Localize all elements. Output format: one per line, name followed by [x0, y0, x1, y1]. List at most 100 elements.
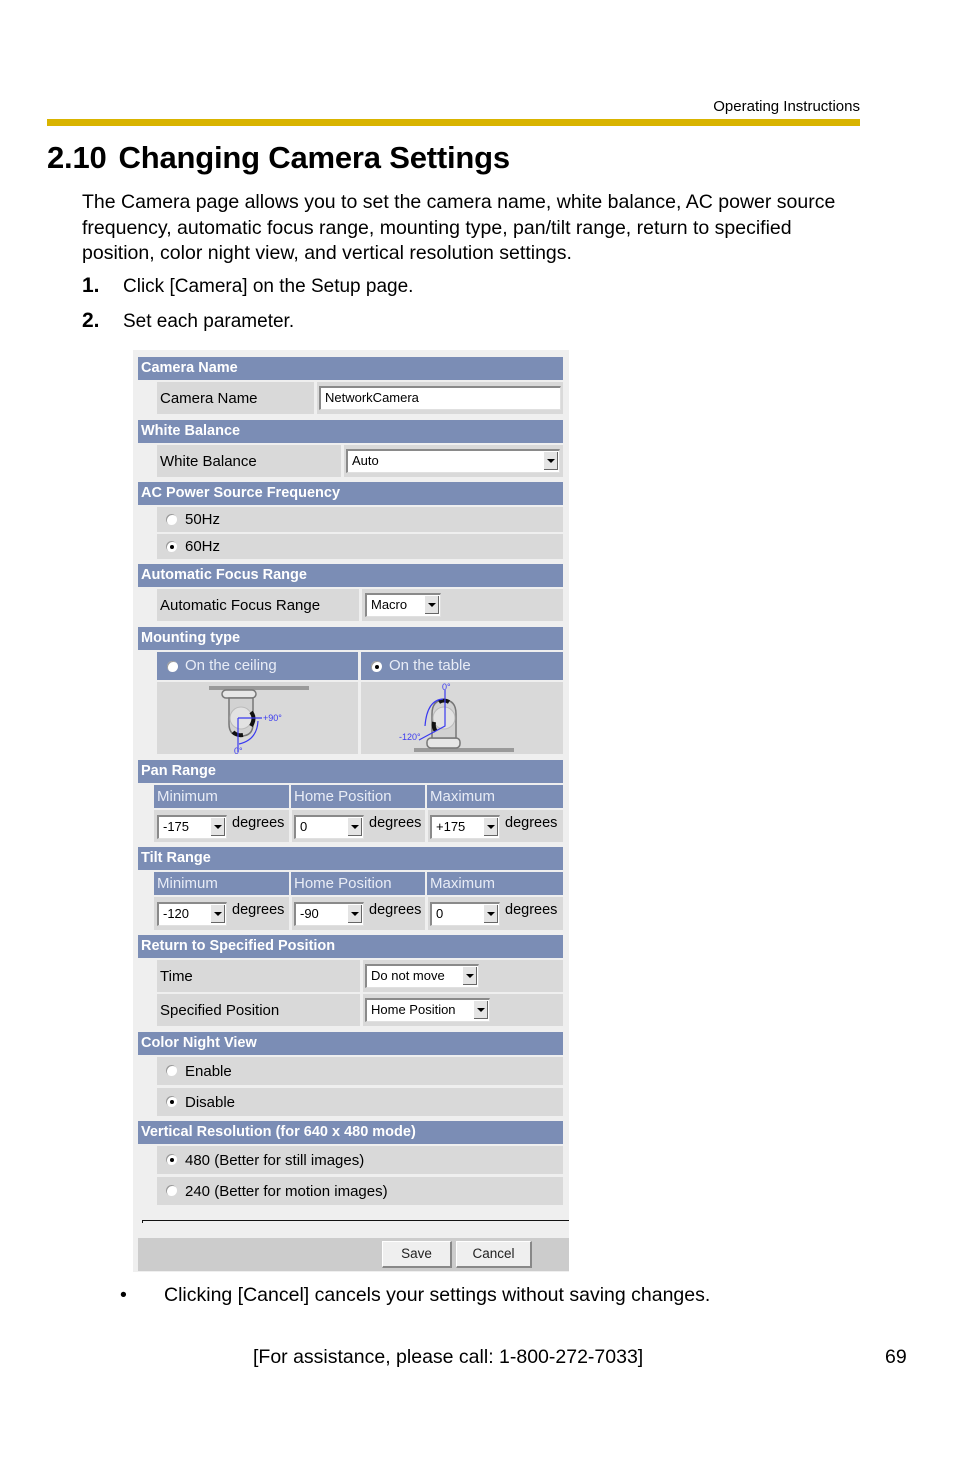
running-head: Operating Instructions: [713, 98, 860, 115]
option-label: 240 (Better for motion images): [185, 1183, 388, 1200]
mount-ceiling-option[interactable]: On the ceiling: [157, 652, 358, 680]
pan-min-value: -175: [163, 819, 190, 834]
chevron-down-icon: [544, 452, 558, 470]
white-balance-select[interactable]: Auto: [346, 449, 560, 473]
chevron-down-icon: [211, 905, 225, 923]
ceiling-angle-min: 0°: [234, 746, 243, 754]
chevron-down-icon: [425, 596, 439, 614]
specified-position-value: Home Position: [371, 1002, 456, 1017]
radio-enable[interactable]: [166, 1065, 177, 1076]
unit-label: degrees: [505, 902, 558, 918]
section-header-vertical-resolution: Vertical Resolution (for 640 x 480 mode): [138, 1121, 563, 1144]
tilt-max-select[interactable]: 0: [430, 902, 500, 926]
focus-range-value: Macro: [371, 597, 408, 612]
form-divider: [142, 1220, 569, 1221]
resolution-option-240[interactable]: 240 (Better for motion images): [157, 1177, 563, 1205]
step-text: Set each parameter.: [123, 311, 295, 332]
radio-60hz[interactable]: [166, 541, 177, 552]
pan-max-select[interactable]: +175: [430, 815, 500, 839]
section-header-focus-range: Automatic Focus Range: [138, 564, 563, 587]
white-balance-label: White Balance: [160, 453, 257, 470]
section-header-pan-range: Pan Range: [138, 760, 563, 783]
radio-480[interactable]: [166, 1154, 177, 1165]
tilt-min-select[interactable]: -120: [157, 902, 227, 926]
note-text: Clicking [Cancel] cancels your settings …: [164, 1284, 711, 1306]
chevron-down-icon: [463, 967, 477, 985]
focus-range-select[interactable]: Macro: [365, 593, 441, 617]
step-text: Click [Camera] on the Setup page.: [123, 276, 414, 297]
chevron-down-icon: [484, 905, 498, 923]
camera-name-input[interactable]: NetworkCamera: [319, 386, 561, 410]
tilt-col-minimum: Minimum: [154, 872, 289, 895]
option-label: On the table: [389, 657, 471, 674]
unit-label: degrees: [369, 815, 422, 831]
option-label: 50Hz: [185, 511, 221, 528]
pan-min-select[interactable]: -175: [157, 815, 227, 839]
specified-position-label: Specified Position: [160, 1002, 280, 1019]
pan-max-value: +175: [436, 819, 466, 834]
chevron-down-icon: [348, 905, 362, 923]
save-button[interactable]: Save: [382, 1241, 452, 1268]
section-number: 2.10: [47, 140, 107, 175]
night-view-option-disable[interactable]: Disable: [157, 1088, 563, 1116]
tilt-max-value: 0: [436, 906, 444, 921]
specified-position-row: Specified Position Home Position: [157, 994, 563, 1026]
tilt-home-value: -90: [300, 906, 319, 921]
pan-home-select[interactable]: 0: [294, 815, 364, 839]
cancel-button[interactable]: Cancel: [456, 1241, 532, 1268]
section-title: Changing Camera Settings: [118, 140, 511, 175]
section-header-camera-name: Camera Name: [138, 357, 563, 380]
page-number: 69: [885, 1346, 907, 1368]
radio-240[interactable]: [166, 1185, 177, 1196]
specified-position-select[interactable]: Home Position: [365, 998, 490, 1022]
radio-disable[interactable]: [166, 1096, 177, 1107]
table-angle-max: 0°: [442, 682, 451, 692]
mount-table-option[interactable]: On the table: [361, 652, 563, 680]
option-label: On the ceiling: [185, 657, 277, 674]
resolution-option-480[interactable]: 480 (Better for still images): [157, 1146, 563, 1174]
unit-label: degrees: [232, 815, 285, 831]
tilt-min-value: -120: [163, 906, 190, 921]
radio-ceiling[interactable]: [167, 661, 178, 672]
section-header-mounting-type: Mounting type: [138, 627, 563, 650]
table-mount-illustration: 0° -120°: [361, 682, 563, 754]
unit-label: degrees: [505, 815, 558, 831]
return-time-row: Time Do not move: [157, 960, 563, 992]
chevron-down-icon: [484, 818, 498, 836]
tilt-col-home: Home Position: [291, 872, 425, 895]
camera-name-label: Camera Name: [160, 390, 258, 407]
focus-range-label: Automatic Focus Range: [160, 597, 321, 614]
option-label: Disable: [185, 1094, 236, 1111]
option-label: 60Hz: [185, 538, 221, 555]
tilt-home-select[interactable]: -90: [294, 902, 364, 926]
step-2: 2. Set each parameter.: [82, 309, 294, 333]
note-bullet: • Clicking [Cancel] cancels your settings…: [120, 1284, 710, 1307]
ac-power-option-50hz[interactable]: 50Hz: [157, 507, 563, 532]
chevron-down-icon: [211, 818, 225, 836]
assistance-footer: [For assistance, please call: 1-800-272-…: [253, 1346, 644, 1368]
step-1: 1. Click [Camera] on the Setup page.: [82, 274, 413, 298]
pan-range-row: -175 degrees 0 degrees +175 degrees: [154, 810, 563, 842]
section-header-ac-power: AC Power Source Frequency: [138, 482, 563, 505]
white-balance-row: White Balance Auto: [157, 445, 563, 477]
tilt-col-maximum: Maximum: [427, 872, 563, 895]
camera-name-row: Camera Name NetworkCamera: [157, 382, 563, 414]
camera-settings-screenshot: Camera Name Camera Name NetworkCamera Wh…: [133, 350, 569, 1272]
night-view-option-enable[interactable]: Enable: [157, 1057, 563, 1085]
option-label: Enable: [185, 1063, 232, 1080]
radio-50hz[interactable]: [166, 514, 177, 525]
return-time-value: Do not move: [371, 968, 445, 983]
time-label: Time: [160, 968, 193, 985]
pan-col-home: Home Position: [291, 785, 425, 808]
step-number: 1.: [82, 274, 100, 297]
section-header-white-balance: White Balance: [138, 420, 563, 443]
chevron-down-icon: [348, 818, 362, 836]
return-time-select[interactable]: Do not move: [365, 964, 479, 988]
header-rule: [47, 119, 860, 126]
section-header-night-view: Color Night View: [138, 1032, 563, 1055]
radio-table[interactable]: [371, 661, 382, 672]
ceiling-angle-max: +90°: [263, 713, 282, 723]
pan-col-minimum: Minimum: [154, 785, 289, 808]
ac-power-option-60hz[interactable]: 60Hz: [157, 534, 563, 559]
table-angle-min: -120°: [399, 732, 421, 742]
